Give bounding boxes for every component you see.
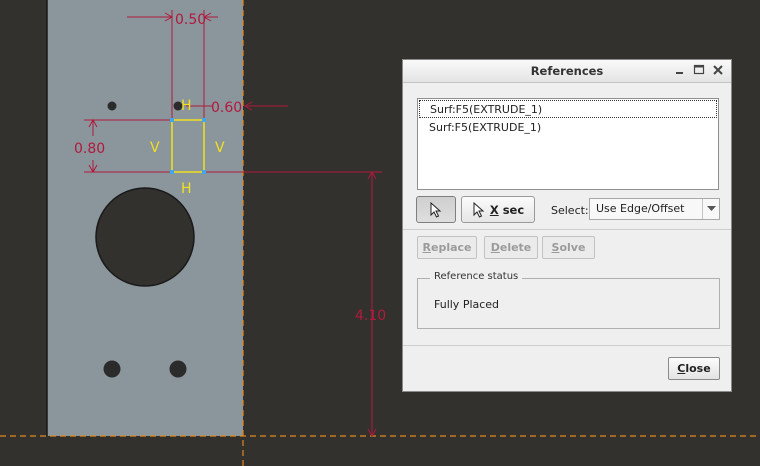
reference-item[interactable]: Surf:F5(EXTRUDE_1) [419,100,717,118]
dialog-titlebar[interactable]: References [403,60,731,83]
replace-button[interactable]: Replace [417,236,477,259]
xsec-label: X sec [489,202,525,217]
close-icon[interactable] [711,63,725,77]
bottom-hole-right [169,360,187,378]
select-dropdown[interactable]: Use Edge/Offset [589,198,720,220]
references-dialog: References Surf:F5(EXTRUDE_1) Surf:F5(EX… [402,59,732,392]
dimension-width[interactable]: 0.50 [175,12,206,28]
constraint-vertical-right: V [215,140,225,156]
pick-reference-button[interactable] [416,196,456,223]
constraint-vertical-left: V [150,140,160,156]
small-hole-top-left [107,101,117,111]
dimension-vertical[interactable]: 4.10 [355,308,386,324]
reference-item[interactable]: Surf:F5(EXTRUDE_1) [419,119,717,137]
close-button[interactable]: Close [668,357,720,380]
constraint-horizontal-top: H [181,98,192,114]
references-list[interactable]: Surf:F5(EXTRUDE_1) Surf:F5(EXTRUDE_1) [417,98,719,190]
reference-status-value: Fully Placed [434,298,500,311]
separator [403,345,731,346]
dimension-height[interactable]: 0.80 [74,141,105,157]
chevron-down-icon[interactable] [702,199,719,219]
dimension-hole-offset[interactable]: 0.60 [211,100,242,116]
minimize-icon[interactable] [673,63,687,77]
delete-button[interactable]: Delete [484,236,538,259]
constraint-horizontal-bottom: H [181,181,192,197]
separator [403,229,731,230]
arrow-pointer-icon [430,201,442,218]
bottom-hole-left [103,360,121,378]
select-label: Select: [551,204,589,217]
large-hole [95,187,195,287]
solve-button[interactable]: Solve [542,236,595,259]
reference-status-legend: Reference status [430,271,523,282]
select-value: Use Edge/Offset [596,202,685,215]
xsec-button[interactable]: X sec [461,196,535,223]
reference-status-group: Reference status Fully Placed [417,271,720,329]
maximize-icon[interactable] [692,63,706,77]
arrow-pointer-icon [473,201,485,218]
